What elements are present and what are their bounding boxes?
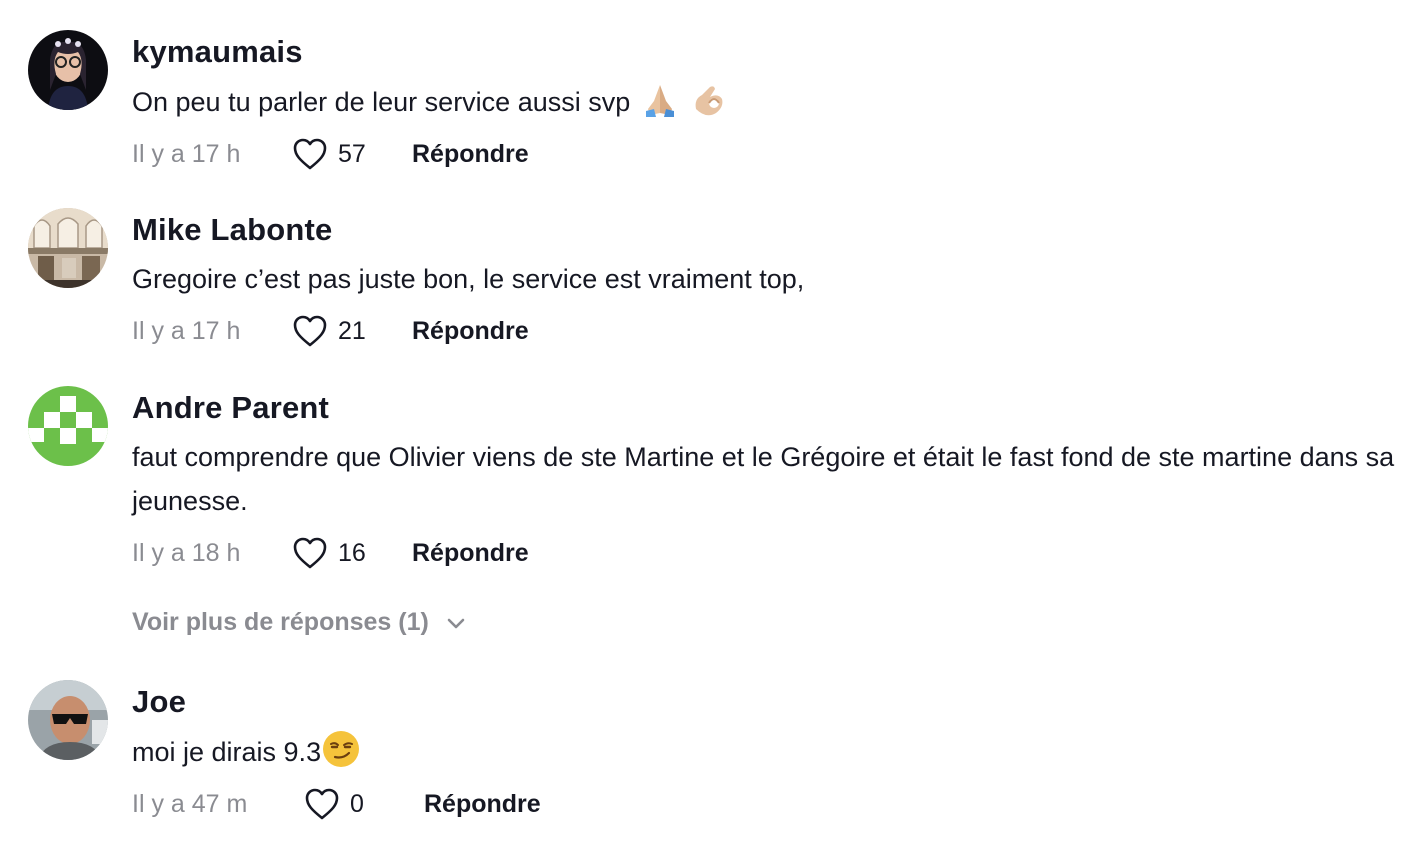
like-button[interactable]: 0: [304, 787, 398, 821]
reply-button[interactable]: Répondre: [412, 140, 529, 169]
avatar[interactable]: [28, 386, 108, 466]
comment-username[interactable]: kymaumais: [132, 30, 1402, 74]
comment-meta: Il y a 17 h 21 Répondre: [132, 311, 1402, 351]
comment-body: Joe moi je dirais 9.3 Il y a 47 m 0 Répo…: [132, 680, 1402, 824]
comment-meta: Il y a 17 h 57 Répondre: [132, 134, 1402, 174]
avatar-image: [28, 208, 108, 288]
comment-timestamp: Il y a 47 m: [132, 789, 248, 818]
comment-body: Andre Parent faut comprendre que Olivier…: [132, 386, 1402, 573]
avatar-image: [28, 386, 108, 466]
like-count: 16: [338, 538, 366, 567]
comment-text: Gregoire c’est pas juste bon, le service…: [132, 264, 805, 294]
comment-body: kymaumais On peu tu parler de leur servi…: [132, 30, 1402, 174]
comment-username[interactable]: Mike Labonte: [132, 208, 1402, 252]
comment-meta: Il y a 18 h 16 Répondre: [132, 533, 1402, 573]
reply-button[interactable]: Répondre: [412, 317, 529, 346]
like-button[interactable]: 16: [292, 536, 386, 570]
chevron-down-icon: [447, 618, 465, 628]
comment-timestamp: Il y a 17 h: [132, 139, 241, 168]
like-count: 21: [338, 316, 366, 345]
heart-icon: [293, 315, 327, 347]
folded-hands-emoji: [646, 85, 675, 117]
comment-text: On peu tu parler de leur service aussi s…: [132, 79, 1402, 124]
avatar[interactable]: [28, 30, 108, 110]
avatar[interactable]: [28, 680, 108, 760]
like-button[interactable]: 57: [292, 137, 386, 171]
heart-icon: [305, 788, 339, 820]
comment-text: faut comprendre que Olivier viens de ste…: [132, 442, 1395, 516]
comment-username[interactable]: Andre Parent: [132, 386, 1402, 430]
heart-icon: [293, 138, 327, 170]
reply-button[interactable]: Répondre: [424, 790, 541, 819]
like-count: 0: [350, 789, 364, 818]
comment-timestamp: Il y a 18 h: [132, 538, 241, 567]
like-count: 57: [338, 139, 366, 168]
ok-hand-emoji: [695, 86, 723, 116]
smirking-face-emoji: [323, 731, 360, 767]
like-button[interactable]: 21: [292, 314, 386, 348]
avatar-image: [28, 680, 108, 760]
comment-timestamp: Il y a 17 h: [132, 316, 241, 345]
comment-username[interactable]: Joe: [132, 680, 1402, 724]
view-more-replies-label: Voir plus de réponses (1): [132, 608, 429, 636]
avatar[interactable]: [28, 208, 108, 288]
reply-button[interactable]: Répondre: [412, 539, 529, 568]
comment-text-content: On peu tu parler de leur service aussi s…: [132, 87, 631, 117]
view-more-replies-button[interactable]: Voir plus de réponses (1): [132, 608, 467, 637]
heart-icon: [293, 537, 327, 569]
comment-meta: Il y a 47 m 0 Répondre: [132, 784, 1402, 824]
comment-text: moi je dirais 9.3: [132, 729, 1402, 774]
avatar-image: [28, 30, 108, 110]
comment-body: Mike Labonte Gregoire c’est pas juste bo…: [132, 208, 1402, 351]
comment-text-content: moi je dirais 9.3: [132, 737, 322, 767]
